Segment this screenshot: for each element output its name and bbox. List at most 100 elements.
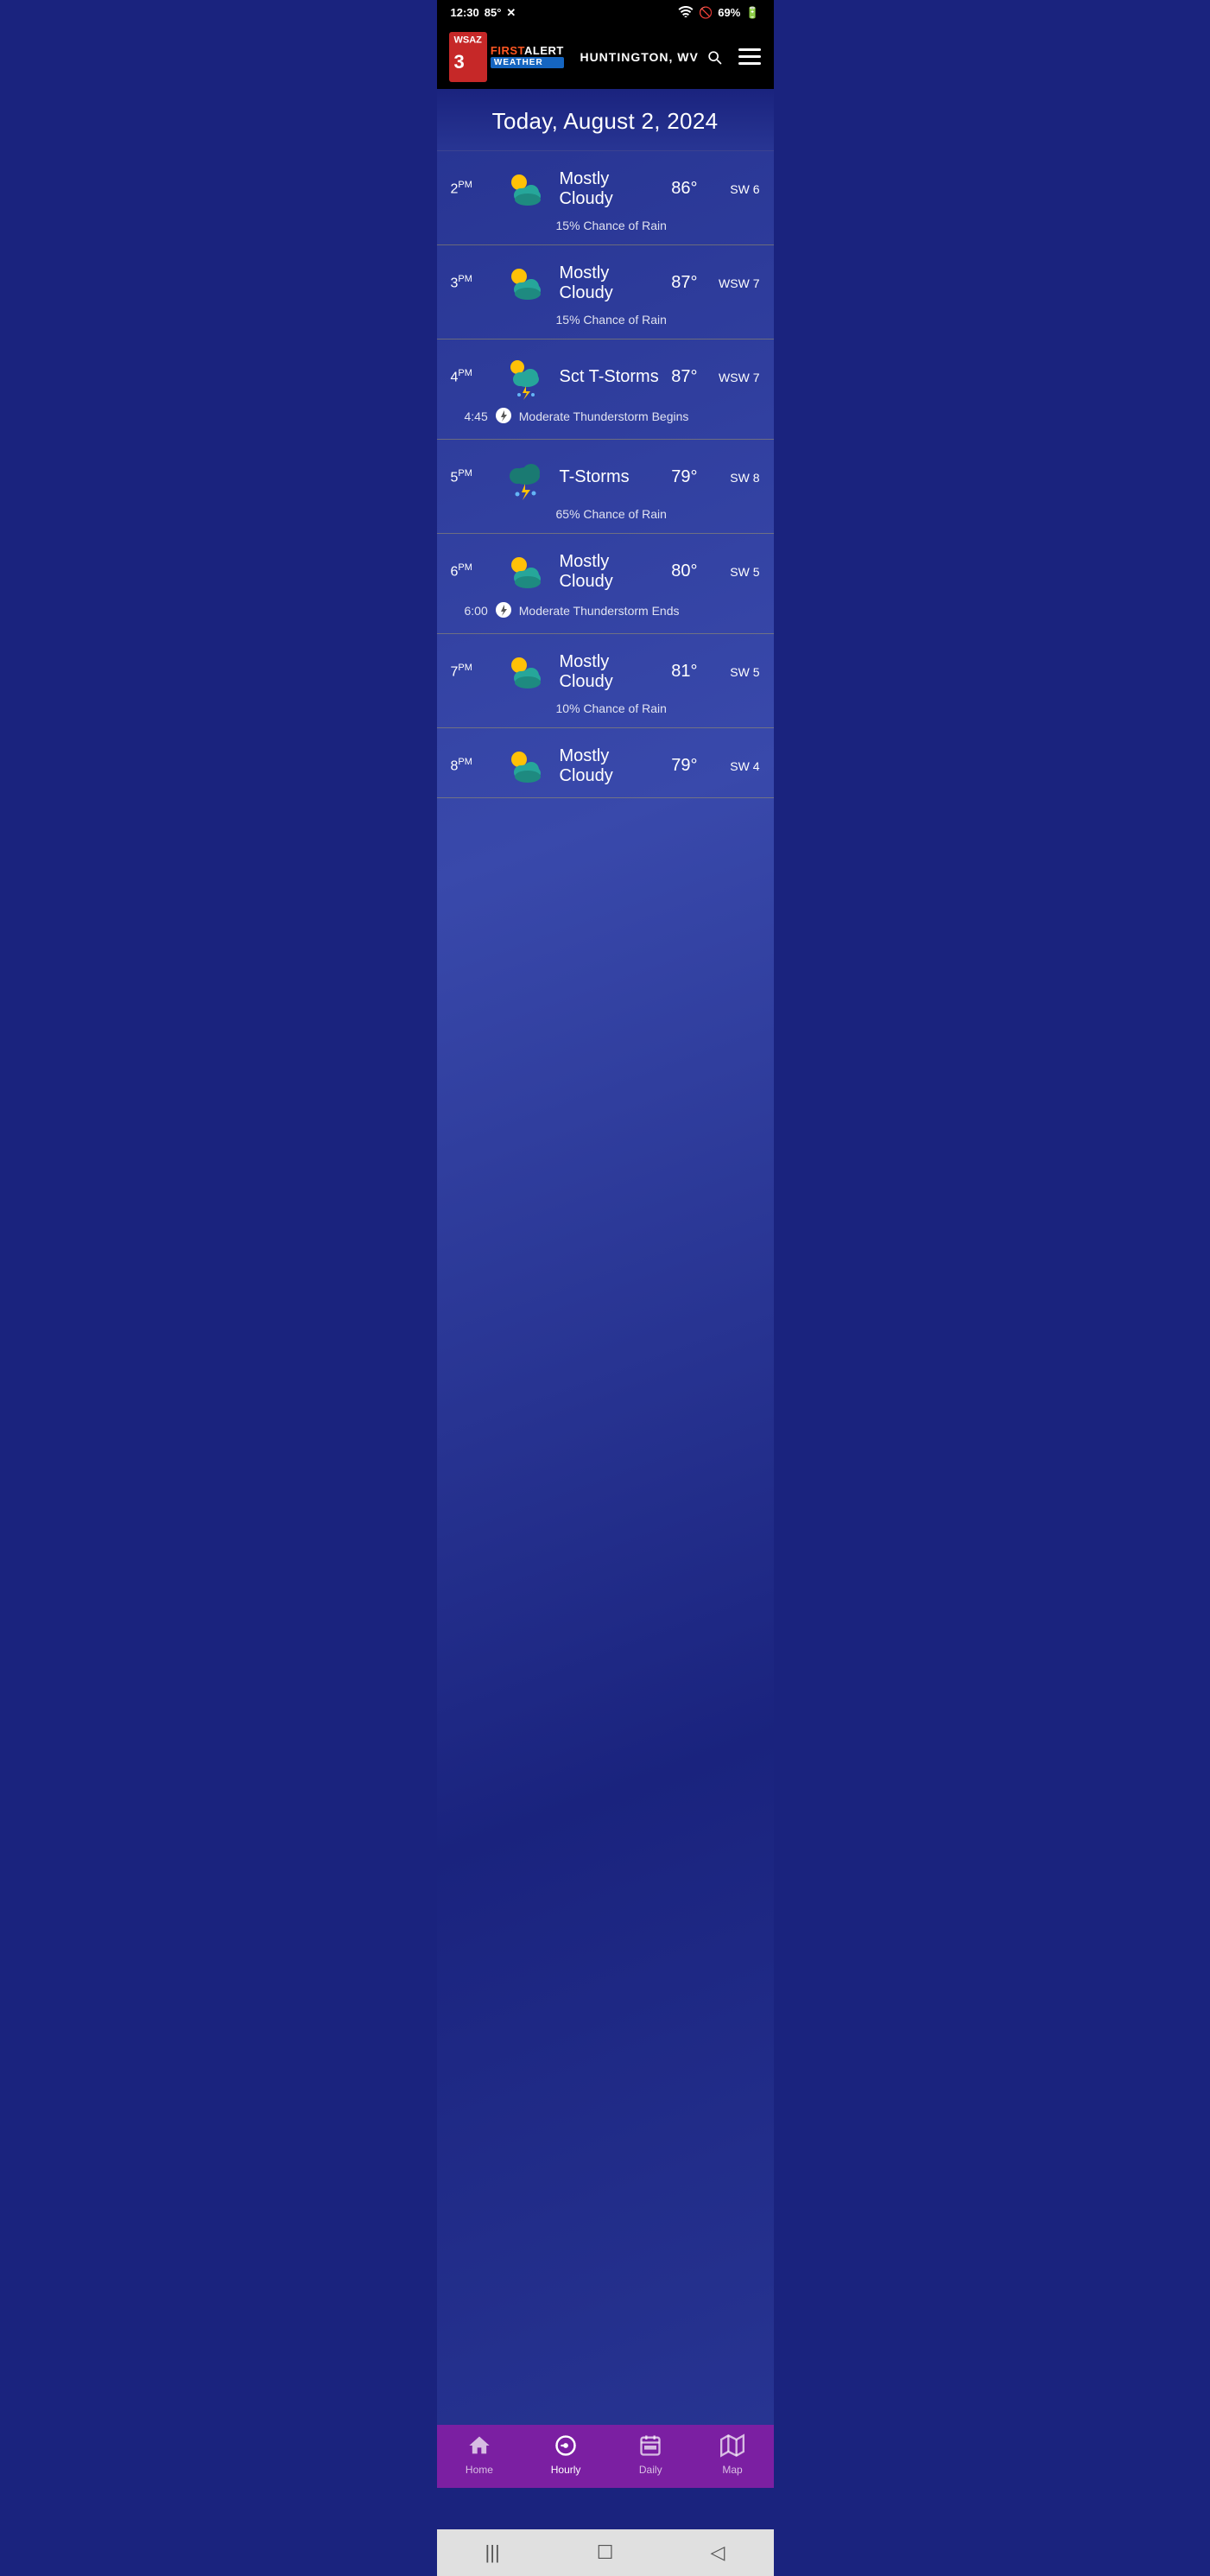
hourly-icon — [554, 2433, 578, 2460]
location-text: HUNTINGTON, WV — [580, 50, 698, 64]
weather-main-row: 2PM Mostly Cloudy 86° SW 6 — [451, 167, 760, 212]
search-icon[interactable] — [706, 48, 723, 66]
weather-main-row: 5PM T-Storms 79° SW 8 — [451, 455, 760, 500]
weather-icon — [501, 261, 551, 306]
channel-number: WSAZ 3 — [449, 32, 487, 82]
weather-row: 5PM T-Storms 79° SW 8 65% Chance of Rain — [437, 440, 774, 534]
wind-speed: WSW 7 — [717, 371, 760, 384]
nav-item-map[interactable]: Map — [720, 2433, 744, 2476]
hour-label: 5PM — [451, 468, 492, 485]
rain-chance-sub: 65% Chance of Rain — [451, 500, 760, 524]
wind-speed: SW 6 — [717, 182, 760, 196]
wind-speed: SW 8 — [717, 471, 760, 485]
nav-item-hourly[interactable]: Hourly — [551, 2433, 581, 2476]
weather-row: 3PM Mostly Cloudy 87° WSW 7 15% Chance o… — [437, 245, 774, 339]
date-banner: Today, August 2, 2024 — [437, 89, 774, 151]
weather-icon — [501, 455, 551, 500]
alert-text: Moderate Thunderstorm Ends — [519, 604, 680, 618]
hour-label: 7PM — [451, 663, 492, 680]
condition-label: Mostly Cloudy — [560, 169, 663, 209]
wind-speed: WSW 7 — [717, 276, 760, 290]
temperature: 87° — [671, 273, 697, 293]
weather-icon — [501, 650, 551, 695]
temperature: 87° — [671, 367, 697, 387]
alert-sub: 4:45 Moderate Thunderstorm Begins — [451, 400, 760, 430]
condition-label: Mostly Cloudy — [560, 652, 663, 692]
status-temp: 85° — [485, 6, 502, 19]
alert-icon — [495, 601, 512, 621]
nav-item-daily[interactable]: Daily — [638, 2433, 662, 2476]
weather-row: 7PM Mostly Cloudy 81° SW 5 10% Chance of… — [437, 634, 774, 728]
alert-time: 4:45 — [465, 409, 488, 423]
system-nav: ||| ☐ ◁ — [437, 2529, 774, 2576]
condition-label: Mostly Cloudy — [560, 263, 663, 303]
home-icon — [467, 2433, 491, 2460]
weather-row: 6PM Mostly Cloudy 80° SW 5 6:00 Moderate… — [437, 534, 774, 634]
alert-icon — [495, 407, 512, 427]
weather-main-row: 4PM Sct T-Storms 87° WSW 7 — [451, 355, 760, 400]
weather-row: 2PM Mostly Cloudy 86° SW 6 15% Chance of… — [437, 151, 774, 245]
hour-label: 8PM — [451, 757, 492, 774]
back-button[interactable]: ◁ — [711, 2541, 725, 2564]
weather-main-row: 8PM Mostly Cloudy 79° SW 4 — [451, 744, 760, 789]
hourly-content: 2PM Mostly Cloudy 86° SW 6 15% Chance of… — [437, 151, 774, 2466]
weather-icon — [501, 744, 551, 789]
rain-chance-text: 15% Chance of Rain — [556, 313, 667, 327]
hour-label: 6PM — [451, 562, 492, 580]
nav-label: Daily — [639, 2464, 662, 2476]
date-text: Today, August 2, 2024 — [492, 108, 719, 134]
condition-label: Sct T-Storms — [560, 367, 663, 387]
app-logo: WSAZ 3 FIRSTALERT WEATHER — [449, 32, 564, 82]
temperature: 81° — [671, 662, 697, 682]
hour-label: 4PM — [451, 368, 492, 385]
location-display: HUNTINGTON, WV — [580, 48, 722, 66]
weather-label: WEATHER — [491, 57, 564, 68]
rain-chance-sub: 15% Chance of Rain — [451, 306, 760, 330]
wind-speed: SW 4 — [717, 759, 760, 773]
status-time: 12:30 — [451, 6, 479, 19]
wind-speed: SW 5 — [717, 665, 760, 679]
nav-label: Hourly — [551, 2464, 581, 2476]
condition-label: Mostly Cloudy — [560, 552, 663, 592]
alert-text: Moderate Thunderstorm Begins — [519, 409, 689, 423]
condition-label: T-Storms — [560, 467, 663, 487]
battery-level: 69% — [718, 6, 740, 19]
signal-blocked-icon: 🚫 — [699, 6, 713, 20]
bottom-nav: Home Hourly Daily Map — [437, 2425, 774, 2488]
weather-main-row: 3PM Mostly Cloudy 87° WSW 7 — [451, 261, 760, 306]
weather-icon — [501, 549, 551, 594]
weather-icon — [501, 355, 551, 400]
map-icon — [720, 2433, 744, 2460]
temperature: 86° — [671, 179, 697, 199]
rain-chance-sub: 15% Chance of Rain — [451, 212, 760, 236]
rain-chance-text: 65% Chance of Rain — [556, 507, 667, 521]
alert-sub: 6:00 Moderate Thunderstorm Ends — [451, 594, 760, 625]
menu-button[interactable] — [738, 48, 761, 65]
temperature: 80° — [671, 562, 697, 581]
rain-chance-sub: 10% Chance of Rain — [451, 695, 760, 719]
weather-row: 4PM Sct T-Storms 87° WSW 7 4:45 Moderate… — [437, 339, 774, 440]
temperature: 79° — [671, 467, 697, 487]
nav-item-home[interactable]: Home — [466, 2433, 493, 2476]
nav-label: Home — [466, 2464, 493, 2476]
rain-chance-text: 10% Chance of Rain — [556, 701, 667, 715]
recent-apps-button[interactable]: ||| — [485, 2541, 500, 2564]
hour-label: 2PM — [451, 180, 492, 197]
app-header: WSAZ 3 FIRSTALERT WEATHER HUNTINGTON, WV — [437, 25, 774, 89]
alert-time: 6:00 — [465, 604, 488, 618]
wifi-icon — [678, 5, 694, 20]
condition-label: Mostly Cloudy — [560, 746, 663, 786]
weather-icon — [501, 167, 551, 212]
nav-label: Map — [722, 2464, 742, 2476]
status-bar: 12:30 85° ✕ 🚫 69% 🔋 — [437, 0, 774, 25]
temperature: 79° — [671, 756, 697, 776]
weather-main-row: 6PM Mostly Cloudy 80° SW 5 — [451, 549, 760, 594]
home-button[interactable]: ☐ — [597, 2541, 614, 2564]
weather-main-row: 7PM Mostly Cloudy 81° SW 5 — [451, 650, 760, 695]
rain-chance-text: 15% Chance of Rain — [556, 219, 667, 232]
logo-text: FIRSTALERT WEATHER — [491, 45, 564, 68]
hour-label: 3PM — [451, 274, 492, 291]
wind-speed: SW 5 — [717, 565, 760, 579]
battery-icon: 🔋 — [745, 6, 759, 20]
status-icon-x: ✕ — [506, 6, 516, 20]
